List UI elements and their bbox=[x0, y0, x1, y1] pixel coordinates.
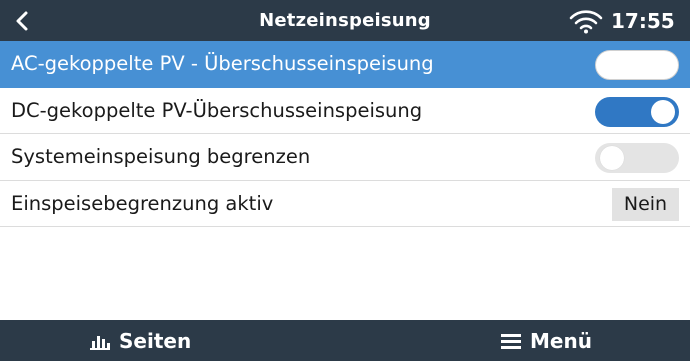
menu-button[interactable]: Menü bbox=[500, 320, 592, 361]
menu-label: Menü bbox=[530, 328, 592, 353]
clock: 17:55 bbox=[611, 8, 675, 33]
row-limit-system-feed-in[interactable]: Systemeinspeisung begrenzen bbox=[0, 134, 690, 181]
row-dc-pv-feed-in[interactable]: DC-gekoppelte PV-Überschusseinspeisung bbox=[0, 87, 690, 134]
dc-pv-feed-in-switch[interactable] bbox=[595, 96, 679, 127]
switch-knob bbox=[651, 99, 675, 124]
switch-knob bbox=[601, 54, 625, 78]
row-label: Einspeisebegrenzung aktiv bbox=[11, 191, 274, 215]
hamburger-menu-icon bbox=[501, 333, 521, 349]
switch-knob bbox=[600, 146, 624, 170]
bar-chart-icon bbox=[90, 335, 110, 350]
limit-system-feed-in-switch[interactable] bbox=[595, 143, 679, 173]
top-bar: Netzeinspeisung 17:55 bbox=[0, 0, 690, 41]
bottom-bar: Seiten Menü bbox=[0, 320, 690, 361]
pages-label: Seiten bbox=[119, 328, 192, 353]
row-label: Systemeinspeisung begrenzen bbox=[11, 145, 311, 169]
row-ac-pv-feed-in[interactable]: AC-gekoppelte PV - Überschusseinspeisung bbox=[0, 41, 690, 88]
wifi-icon bbox=[569, 10, 603, 34]
feed-in-limit-value: Nein bbox=[612, 187, 679, 221]
pages-button[interactable]: Seiten bbox=[89, 320, 191, 361]
row-feed-in-limit-active: Einspeisebegrenzung aktiv Nein bbox=[0, 180, 690, 227]
settings-list: AC-gekoppelte PV - Überschusseinspeisung… bbox=[0, 41, 690, 227]
row-label: DC-gekoppelte PV-Überschusseinspeisung bbox=[11, 98, 423, 122]
row-label: AC-gekoppelte PV - Überschusseinspeisung bbox=[11, 52, 434, 76]
ac-pv-feed-in-switch[interactable] bbox=[595, 50, 679, 80]
